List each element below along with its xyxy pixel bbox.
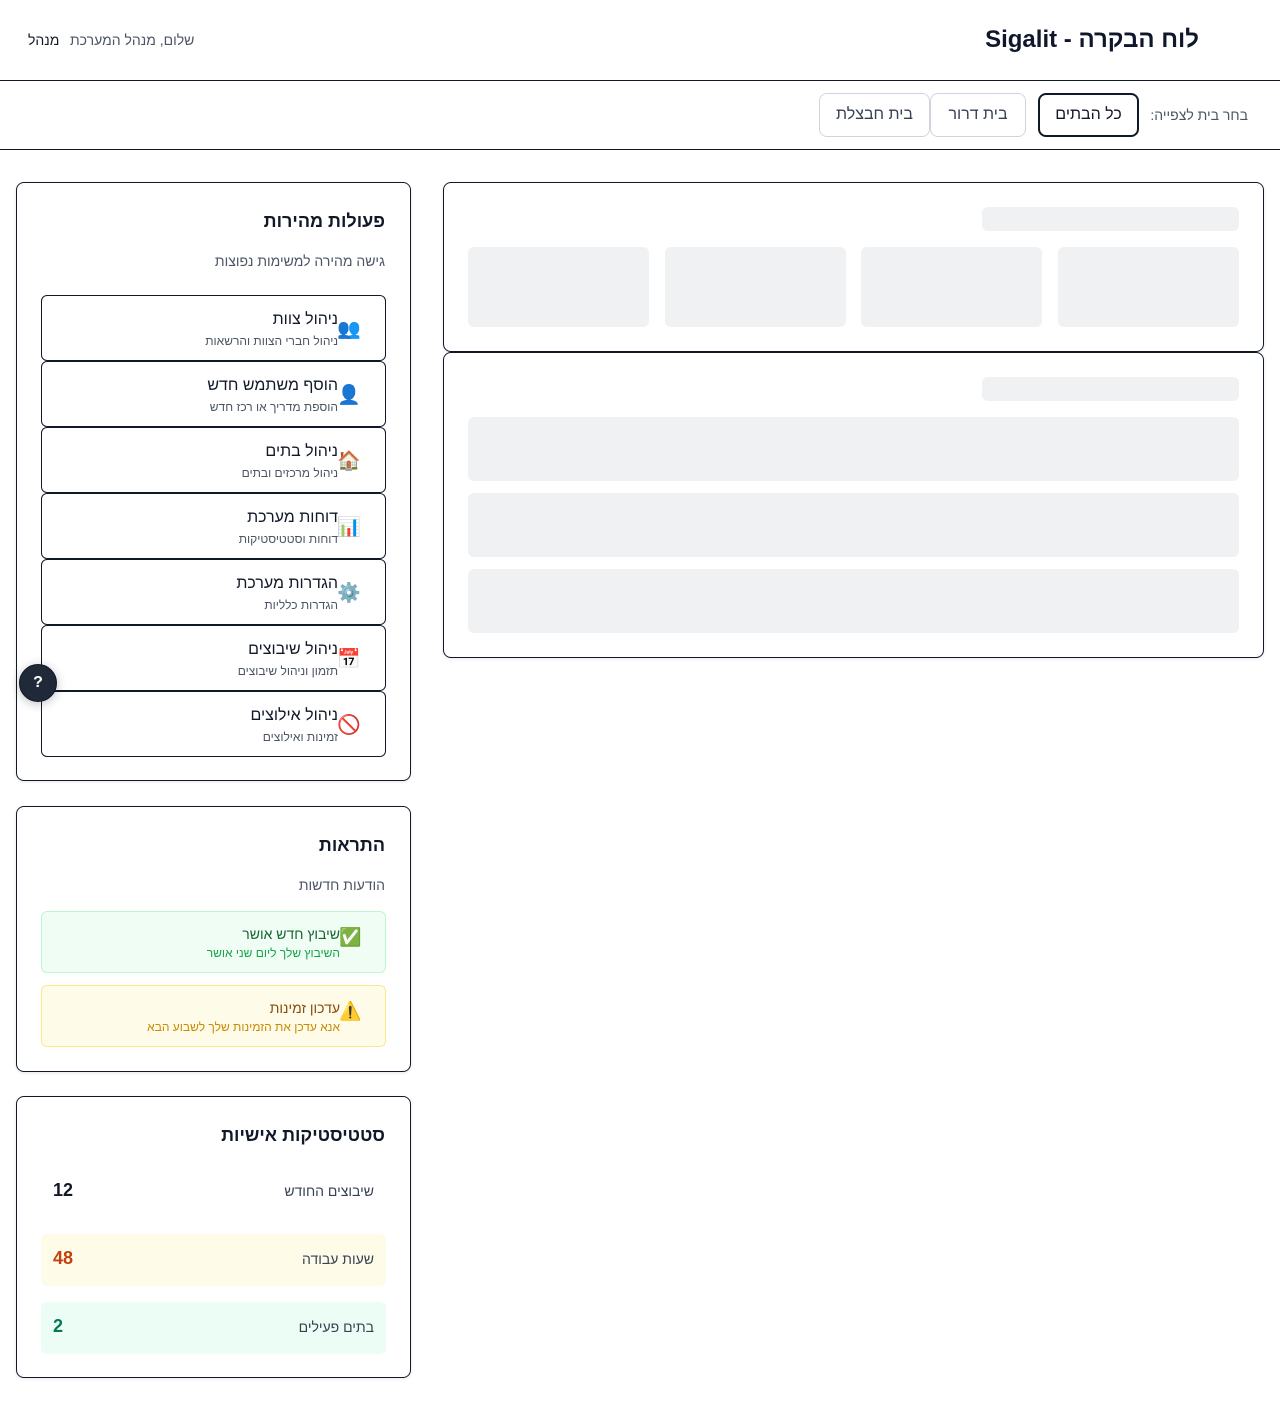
action-description: דוחות וסטטיסטיקות <box>238 532 338 546</box>
no-entry-icon: 🚫 <box>337 715 361 736</box>
action-schedule-management[interactable]: 📅 ניהול שיבוצים תזמון וניהול שיבוצים <box>41 625 386 691</box>
user-icon: 👤 <box>337 385 361 406</box>
loading-summary-card <box>443 182 1264 352</box>
stat-value: 48 <box>53 1248 74 1268</box>
check-icon: ✅ <box>339 927 362 947</box>
skeleton-tile <box>1058 247 1239 327</box>
action-title: דוחות מערכת <box>247 509 338 526</box>
action-title: ניהול אילוצים <box>250 707 338 724</box>
action-add-user[interactable]: 👤 הוסף משתמש חדש הוספת מדריך או רכז חדש <box>41 361 386 427</box>
quick-actions-subtitle: גישה מהירה למשימות נפוצות <box>214 253 385 269</box>
action-title: הגדרות מערכת <box>236 575 338 592</box>
skeleton-tile <box>468 247 649 327</box>
page-title: לוח הבקרה - Sigalit <box>985 26 1199 53</box>
stat-active-houses: בתים פעילים 2 <box>41 1302 386 1354</box>
skeleton-heading <box>982 377 1239 401</box>
quick-actions-title: פעולות מהירות <box>263 211 385 231</box>
action-team-management[interactable]: 👥 ניהול צוות ניהול חברי הצוות והרשאות <box>41 295 386 361</box>
alerts-title: התראות <box>318 835 385 855</box>
team-icon: 👥 <box>337 319 361 340</box>
stats-title: סטטיסטיקות אישיות <box>221 1125 385 1145</box>
skeleton-tile <box>665 247 846 327</box>
action-system-reports[interactable]: 📊 דוחות מערכת דוחות וסטטיסטיקות <box>41 493 386 559</box>
alert-item[interactable]: ⚠️ עדכון זמינות אנא עדכן את הזמינות שלך … <box>41 985 386 1047</box>
stat-monthly-shifts: שיבוצים החודש 12 <box>41 1166 386 1218</box>
action-system-settings[interactable]: ⚙️ הגדרות מערכת הגדרות כלליות <box>41 559 386 625</box>
action-title: ניהול בתים <box>265 443 338 460</box>
house-button-havatzelet[interactable]: בית חבצלת <box>819 93 930 137</box>
house-button-dror[interactable]: בית דרור <box>930 93 1026 137</box>
action-title: ניהול צוות <box>272 311 338 328</box>
alerts-subtitle: הודעות חדשות <box>298 877 385 893</box>
house-icon: 🏠 <box>337 451 361 472</box>
alert-description: השיבוץ שלך ליום שני אושר <box>206 946 340 960</box>
alert-title: עדכון זמינות <box>269 1000 340 1016</box>
stat-label: שיבוצים החודש <box>284 1183 374 1199</box>
alert-title: שיבוץ חדש אושר <box>242 926 340 942</box>
top-header: לוח הבקרה - Sigalit שלום, מנהל המערכת מנ… <box>0 0 1280 81</box>
stat-label: בתים פעילים <box>298 1319 374 1335</box>
bar-chart-icon: 📊 <box>337 517 361 538</box>
stat-value: 12 <box>53 1180 74 1200</box>
skeleton-row <box>468 569 1239 633</box>
action-description: הוספת מדריך או רכז חדש <box>209 400 338 414</box>
alert-description: אנא עדכן את הזמינות שלך לשבוע הבא <box>147 1020 340 1034</box>
action-description: ניהול מרכזים ובתים <box>241 466 338 480</box>
action-description: ניהול חברי הצוות והרשאות <box>205 334 338 348</box>
skeleton-row <box>468 493 1239 557</box>
user-role: מנהל <box>28 32 60 48</box>
action-description: תזמון וניהול שיבוצים <box>237 664 338 678</box>
user-greeting: שלום, מנהל המערכת <box>70 32 195 48</box>
action-house-management[interactable]: 🏠 ניהול בתים ניהול מרכזים ובתים <box>41 427 386 493</box>
loading-list-card <box>443 352 1264 658</box>
action-description: זמינות ואילוצים <box>262 730 338 744</box>
help-button[interactable]: ? <box>19 664 57 702</box>
stat-value: 2 <box>53 1316 64 1336</box>
gear-icon: ⚙️ <box>337 583 361 604</box>
warning-icon: ⚠️ <box>339 1001 362 1021</box>
house-selector-bar: בחר בית לצפייה: כל הבתים בית דרור בית חב… <box>0 81 1280 150</box>
calendar-icon: 📅 <box>337 649 361 670</box>
skeleton-heading <box>982 207 1239 231</box>
action-title: ניהול שיבוצים <box>248 641 338 658</box>
skeleton-row <box>468 417 1239 481</box>
skeleton-tile <box>861 247 1042 327</box>
quick-actions-card: פעולות מהירות גישה מהירה למשימות נפוצות … <box>16 182 411 781</box>
stat-label: שעות עבודה <box>302 1251 374 1267</box>
stat-work-hours: שעות עבודה 48 <box>41 1234 386 1286</box>
house-button-all[interactable]: כל הבתים <box>1038 93 1139 137</box>
house-selector-label: בחר בית לצפייה: <box>1150 107 1248 123</box>
action-description: הגדרות כלליות <box>264 598 338 612</box>
alerts-card: התראות הודעות חדשות ✅ שיבוץ חדש אושר השי… <box>16 806 411 1072</box>
action-title: הוסף משתמש חדש <box>207 377 338 394</box>
action-constraints-management[interactable]: 🚫 ניהול אילוצים זמינות ואילוצים <box>41 691 386 757</box>
alert-item[interactable]: ✅ שיבוץ חדש אושר השיבוץ שלך ליום שני אוש… <box>41 911 386 973</box>
personal-stats-card: סטטיסטיקות אישיות שיבוצים החודש 12 שעות … <box>16 1096 411 1378</box>
